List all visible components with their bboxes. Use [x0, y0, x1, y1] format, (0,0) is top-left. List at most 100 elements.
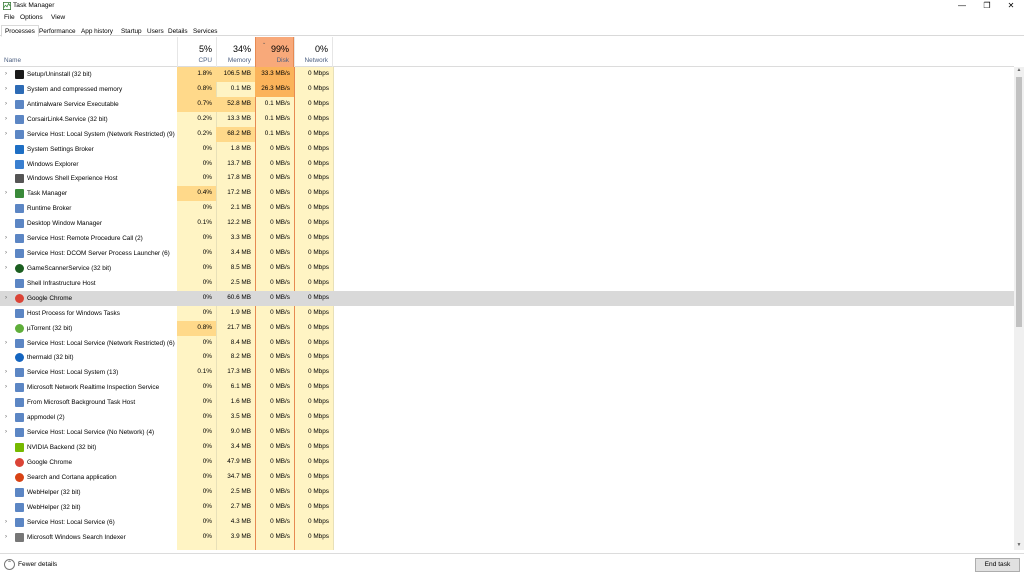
process-name: Google Chrome [27, 458, 73, 466]
scroll-up-arrow-icon[interactable]: ▲ [1014, 67, 1024, 75]
expand-chevron-icon[interactable]: › [5, 340, 10, 346]
process-row[interactable]: Search and Cortana application 0% 34.7 MB 0… [0, 470, 1014, 485]
menu-view[interactable]: View [51, 14, 65, 21]
memory-total: 34% [232, 44, 251, 54]
expand-chevron-icon[interactable]: › [5, 429, 10, 435]
process-row[interactable]: µTorrent (32 bit) 0.8% 21.7 MB 0 MB/s 0 Mbps [0, 320, 1014, 336]
process-row[interactable]: Desktop Window Manager 0.1% 12.2 MB 0 MB/s 0… [0, 216, 1014, 231]
cpu-value: 1.8% [177, 67, 216, 82]
process-row[interactable]: › Service Host: Local Service (6) 0% 4.3 MB… [0, 515, 1014, 530]
memory-value: 4.3 MB [230, 517, 251, 525]
memory-value: 3.4 MB [230, 249, 251, 257]
column-cpu[interactable]: 5% CPU [177, 37, 216, 67]
expand-chevron-icon[interactable]: › [5, 519, 10, 525]
process-row[interactable]: › CorsairLink4.Service (32 bit) 0.2% 13.3 M… [0, 112, 1014, 127]
memory-value: 21.7 MB [227, 323, 251, 331]
expand-chevron-icon[interactable]: › [5, 101, 10, 107]
network-value: 0 Mbps [308, 99, 329, 107]
maximize-button[interactable]: ❐ [975, 0, 999, 12]
expand-chevron-icon[interactable]: › [5, 131, 10, 137]
tab-app-history[interactable]: App history [77, 25, 117, 36]
menu-bar: File Options View [0, 12, 1024, 23]
disk-value: 0 MB/s [270, 457, 290, 465]
cpu-total: 5% [198, 44, 212, 54]
process-row[interactable]: › Microsoft Network Realtime Inspection S… [0, 380, 1014, 395]
column-network[interactable]: 0% Network [294, 37, 333, 67]
process-row[interactable]: › Service Host: DCOM Server Process Launc… [0, 246, 1014, 261]
scroll-thumb[interactable] [1016, 77, 1022, 327]
expand-chevron-icon[interactable]: › [5, 369, 10, 375]
cpu-value: 0% [202, 249, 212, 257]
cpu-value: 0% [202, 234, 212, 242]
network-value: 0 Mbps [308, 84, 329, 92]
process-row[interactable]: › appmodel (2) 0% 3.5 MB 0 MB/s 0 Mbps [0, 410, 1014, 425]
process-row[interactable]: › Service Host: Local System (Network Res… [0, 126, 1014, 142]
process-row[interactable]: › System and compressed memory 0.8% 0.1 MB 2… [0, 81, 1014, 97]
column-disk[interactable]: ⌄ 99% Disk [255, 37, 294, 67]
memory-value: 68.2 MB [216, 126, 255, 142]
process-row[interactable]: Runtime Broker 0% 2.1 MB 0 MB/s 0 Mbps [0, 201, 1014, 216]
expand-chevron-icon[interactable]: › [5, 235, 10, 241]
gear-icon [15, 234, 24, 244]
process-row[interactable]: WebHelper (32 bit) 0% 2.7 MB 0 MB/s 0 Mbps [0, 500, 1014, 515]
tab-performance[interactable]: Performance [35, 25, 80, 36]
process-row[interactable]: › Service Host: Remote Procedure Call (2)… [0, 231, 1014, 246]
process-row[interactable]: › Service Host: Local Service (No Network… [0, 425, 1014, 440]
memory-value: 106.5 MB [216, 67, 255, 82]
minimize-button[interactable]: — [950, 0, 974, 12]
column-memory[interactable]: 34% Memory [216, 37, 255, 67]
tab-services[interactable]: Services [189, 25, 222, 36]
process-row[interactable]: NVIDIA Backend (32 bit) 0% 3.4 MB 0 MB/s 0 M… [0, 440, 1014, 455]
process-row[interactable]: Shell Infrastructure Host 0% 2.5 MB 0 MB/s 0… [0, 276, 1014, 291]
process-row[interactable]: Google Chrome 0% 47.9 MB 0 MB/s 0 Mbps [0, 455, 1014, 470]
thermald-icon [15, 353, 24, 363]
process-row[interactable]: › Google Chrome 0% 60.6 MB 0 MB/s 0 Mbps [0, 290, 1014, 306]
network-value: 0 Mbps [308, 413, 329, 421]
nvidia-icon [15, 443, 24, 452]
chrome-icon [15, 293, 24, 303]
process-name: µTorrent (32 bit) [27, 324, 73, 332]
memory-value: 8.4 MB [230, 338, 251, 346]
expand-chevron-icon[interactable]: › [5, 86, 10, 92]
menu-file[interactable]: File [4, 14, 15, 21]
cpu-value: 0% [202, 487, 212, 495]
expand-chevron-icon[interactable]: › [5, 250, 10, 256]
memory-value: 9.0 MB [230, 428, 251, 436]
expand-chevron-icon[interactable]: › [5, 190, 10, 196]
expand-chevron-icon[interactable]: › [5, 71, 10, 77]
expand-chevron-icon[interactable]: › [5, 265, 10, 271]
column-name[interactable]: Name [4, 57, 21, 64]
process-row[interactable]: › Microsoft Windows Search Indexer 0% 3.9 M… [0, 530, 1014, 545]
vertical-scrollbar[interactable]: ▲ ▼ [1014, 67, 1024, 550]
scroll-down-arrow-icon[interactable]: ▼ [1014, 542, 1024, 550]
tab-startup[interactable]: Startup [117, 25, 146, 36]
process-row[interactable]: Windows Explorer 0% 13.7 MB 0 MB/s 0 Mbps [0, 157, 1014, 172]
expand-chevron-icon[interactable]: › [5, 414, 10, 420]
network-value: 0 Mbps [308, 219, 329, 227]
process-row[interactable]: › Service Host: Local System (13) 0.1% 17.3… [0, 365, 1014, 380]
expand-chevron-icon[interactable]: › [5, 116, 10, 122]
cpu-value: 0% [177, 290, 216, 306]
end-task-button[interactable]: End task [975, 558, 1020, 572]
process-row[interactable]: › Service Host: Local Service (Network Re… [0, 336, 1014, 351]
process-row[interactable]: › Task Manager 0.4% 17.2 MB 0 MB/s 0 Mbps [0, 186, 1014, 202]
process-row[interactable]: › Setup/Uninstall (32 bit) 1.8% 106.5 MB 33.… [0, 67, 1014, 82]
process-row[interactable]: From Microsoft Background Task Host 0% 1.6… [0, 395, 1014, 410]
process-row[interactable]: thermald (32 bit) 0% 8.2 MB 0 MB/s 0 Mbps [0, 350, 1014, 365]
cpu-value: 0% [202, 532, 212, 540]
process-row[interactable]: System Settings Broker 0% 1.8 MB 0 MB/s 0 Mb… [0, 142, 1014, 157]
process-row[interactable]: › Antimalware Service Executable 0.7% 52.8 … [0, 96, 1014, 112]
service-icon [15, 502, 24, 512]
expand-chevron-icon[interactable]: › [5, 534, 10, 540]
tab-details[interactable]: Details [164, 25, 192, 36]
close-button[interactable]: ✕ [999, 0, 1023, 12]
process-row[interactable]: Host Process for Windows Tasks 0% 1.9 MB 0 … [0, 306, 1014, 321]
process-row[interactable]: Windows Shell Experience Host 0% 17.8 MB 0 … [0, 171, 1014, 186]
expand-chevron-icon[interactable]: › [5, 295, 10, 301]
tab-processes[interactable]: Processes [1, 25, 39, 37]
process-row[interactable]: › GameScannerService (32 bit) 0% 8.5 MB 0 MB… [0, 261, 1014, 276]
expand-chevron-icon[interactable]: › [5, 384, 10, 390]
network-value: 0 Mbps [308, 263, 329, 271]
menu-options[interactable]: Options [20, 14, 43, 21]
process-row[interactable]: WebHelper (32 bit) 0% 2.5 MB 0 MB/s 0 Mbps [0, 485, 1014, 500]
